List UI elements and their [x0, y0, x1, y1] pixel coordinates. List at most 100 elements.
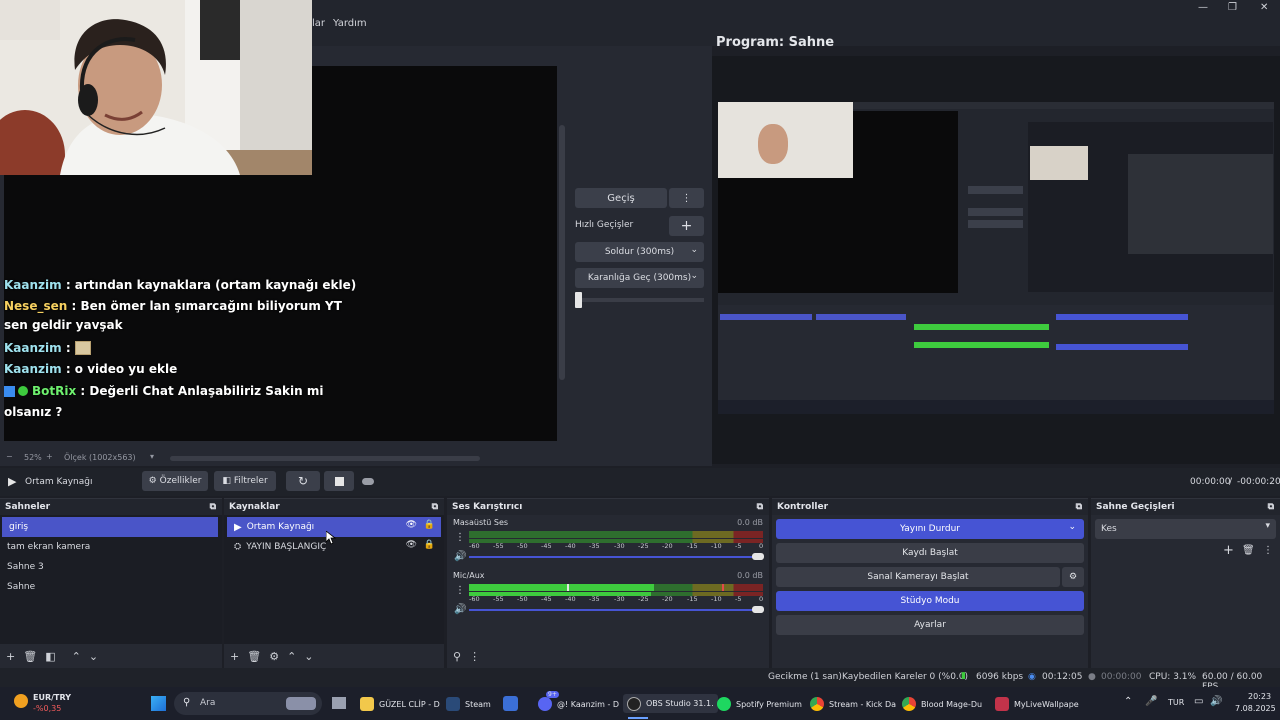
- stop-stream-button[interactable]: Yayını Durdur ⌄: [776, 519, 1084, 539]
- folder-icon: [360, 697, 374, 711]
- preview-scrollbar[interactable]: [559, 125, 565, 380]
- volume-icon[interactable]: 🔊: [1210, 696, 1222, 707]
- chevron-down-icon[interactable]: ⌄: [89, 650, 98, 663]
- add-icon[interactable]: +: [6, 650, 15, 663]
- task-view-icon[interactable]: [332, 697, 346, 709]
- wallpaper-icon: [995, 697, 1009, 711]
- webcam-image: [0, 0, 312, 175]
- settings-button[interactable]: Ayarlar: [776, 615, 1084, 635]
- chevron-down-icon[interactable]: ▾: [150, 452, 154, 461]
- undock-icon[interactable]: ⧉: [1268, 502, 1274, 512]
- studio-mode-button[interactable]: Stüdyo Modu: [776, 591, 1084, 611]
- chevron-up-icon[interactable]: ⌃: [1124, 696, 1132, 707]
- menu-item-partial[interactable]: lar: [312, 18, 325, 29]
- link-icon[interactable]: ⚲: [453, 650, 461, 663]
- zoom-out-button[interactable]: −: [6, 452, 13, 461]
- fade-black-transition-button[interactable]: Karanlığa Geç (300ms) ⌄: [575, 268, 704, 288]
- trash-icon[interactable]: 🗑: [1242, 545, 1255, 556]
- chevron-up-icon[interactable]: ⌃: [287, 650, 296, 663]
- mic-icon[interactable]: 🎤: [1145, 696, 1157, 707]
- stop-icon[interactable]: [324, 471, 354, 491]
- speaker-icon[interactable]: 🔊: [454, 604, 466, 615]
- undock-icon[interactable]: ⧉: [432, 502, 438, 512]
- lock-icon[interactable]: 🔒: [424, 520, 435, 530]
- taskbar: EUR/TRY -%0,35 ⚲ Ara GÜZEL CLİP - D Stea…: [0, 687, 1280, 720]
- undock-icon[interactable]: ⧉: [757, 502, 763, 512]
- more-vert-icon[interactable]: ⋮: [1263, 545, 1273, 556]
- windows-start-icon[interactable]: [151, 696, 166, 711]
- monitor-icon[interactable]: ▭: [1194, 696, 1203, 707]
- tick-label: -55: [493, 542, 504, 550]
- mixer-title-bar: Ses Karıştırıcı ⧉: [447, 499, 769, 515]
- volume-slider[interactable]: [469, 556, 759, 558]
- more-vert-icon[interactable]: ⋮: [669, 188, 704, 208]
- minimize-button[interactable]: —: [1198, 2, 1208, 13]
- scene-item[interactable]: giriş: [2, 517, 218, 537]
- fade-transition-button[interactable]: Soldur (300ms) ⌄: [575, 242, 704, 262]
- add-icon[interactable]: +: [230, 650, 239, 663]
- restart-icon[interactable]: ↻: [286, 471, 320, 491]
- play-icon[interactable]: ▶: [8, 475, 16, 488]
- taskbar-item-spotify[interactable]: Spotify Premium: [717, 697, 802, 711]
- tick-label: -45: [541, 542, 552, 550]
- tbar-track[interactable]: [575, 298, 704, 302]
- taskbar-item-explorer[interactable]: GÜZEL CLİP - D: [360, 697, 440, 711]
- eye-icon[interactable]: 👁: [406, 540, 417, 550]
- close-button[interactable]: ✕: [1260, 2, 1268, 13]
- more-vert-icon[interactable]: ⋮: [455, 585, 465, 596]
- add-icon[interactable]: +: [669, 216, 704, 236]
- start-recording-button[interactable]: Kaydı Başlat: [776, 543, 1084, 563]
- app-icon[interactable]: [503, 696, 518, 711]
- chevron-down-icon[interactable]: ⌄: [304, 650, 313, 663]
- language-indicator[interactable]: TUR: [1168, 698, 1184, 707]
- search-box[interactable]: ⚲ Ara: [174, 692, 322, 715]
- taskbar-item-chrome-blood[interactable]: Blood Mage-Du: [902, 697, 982, 711]
- chevron-down-icon[interactable]: ⌄: [1068, 522, 1076, 532]
- taskbar-item-obs[interactable]: OBS Studio 31.1.: [623, 694, 718, 713]
- eye-icon[interactable]: 👁: [406, 520, 417, 530]
- scene-item[interactable]: tam ekran kamera: [0, 537, 222, 557]
- scene-item[interactable]: Sahne: [0, 577, 222, 597]
- filters-button[interactable]: ◧ Filtreler: [214, 471, 276, 491]
- more-vert-icon[interactable]: ⋮: [469, 650, 480, 663]
- gear-icon[interactable]: ⚙: [1062, 567, 1084, 587]
- menu-item-help[interactable]: Yardım: [333, 18, 367, 29]
- seek-handle[interactable]: [362, 478, 374, 485]
- volume-handle[interactable]: [752, 606, 764, 613]
- start-virtual-camera-button[interactable]: Sanal Kamerayı Başlat: [776, 567, 1060, 587]
- speaker-icon[interactable]: 🔊: [454, 551, 466, 562]
- gear-icon[interactable]: ⚙: [269, 650, 279, 663]
- currency-widget-icon[interactable]: [14, 694, 28, 708]
- nested-fade-black: [968, 220, 1023, 228]
- zoom-in-button[interactable]: +: [46, 452, 53, 461]
- taskbar-item-steam[interactable]: Steam: [446, 697, 491, 711]
- volume-handle[interactable]: [752, 553, 764, 560]
- filter-icon[interactable]: ◧: [45, 650, 55, 663]
- undock-icon[interactable]: ⧉: [210, 502, 216, 512]
- trash-icon[interactable]: 🗑: [247, 650, 261, 663]
- chevron-up-icon[interactable]: ⌃: [72, 650, 81, 663]
- widget-title[interactable]: EUR/TRY: [33, 693, 71, 702]
- scene-item[interactable]: Sahne 3: [0, 557, 222, 577]
- clock-time[interactable]: 20:23: [1248, 692, 1271, 701]
- tick-label: -15: [687, 595, 698, 603]
- undock-icon[interactable]: ⧉: [1076, 502, 1082, 512]
- properties-button[interactable]: ⚙ Özellikler: [142, 471, 208, 491]
- taskbar-item-discord[interactable]: @! Kaanzim - D: [538, 697, 619, 711]
- transition-select[interactable]: Kes ▾: [1095, 519, 1276, 539]
- lock-icon[interactable]: 🔒: [424, 540, 435, 550]
- trash-icon[interactable]: 🗑: [23, 650, 37, 663]
- time-current: 00:00:00: [1190, 477, 1231, 487]
- taskbar-item-wallpaper[interactable]: MyLiveWallpape: [995, 697, 1079, 711]
- tbar-handle[interactable]: [575, 292, 582, 308]
- notification-badge: 9+: [546, 691, 559, 698]
- more-vert-icon[interactable]: ⋮: [455, 532, 465, 543]
- clock-date[interactable]: 7.08.2025: [1235, 704, 1276, 713]
- chat-user: BotRix: [32, 383, 77, 398]
- taskbar-item-chrome-kick[interactable]: Stream - Kick Da: [810, 697, 896, 711]
- switch-transition-button[interactable]: Geçiş: [575, 188, 667, 208]
- add-icon[interactable]: +: [1223, 543, 1234, 558]
- volume-slider[interactable]: [469, 609, 759, 611]
- preview-hscroll[interactable]: [170, 456, 480, 461]
- maximize-button[interactable]: ❐: [1228, 2, 1237, 13]
